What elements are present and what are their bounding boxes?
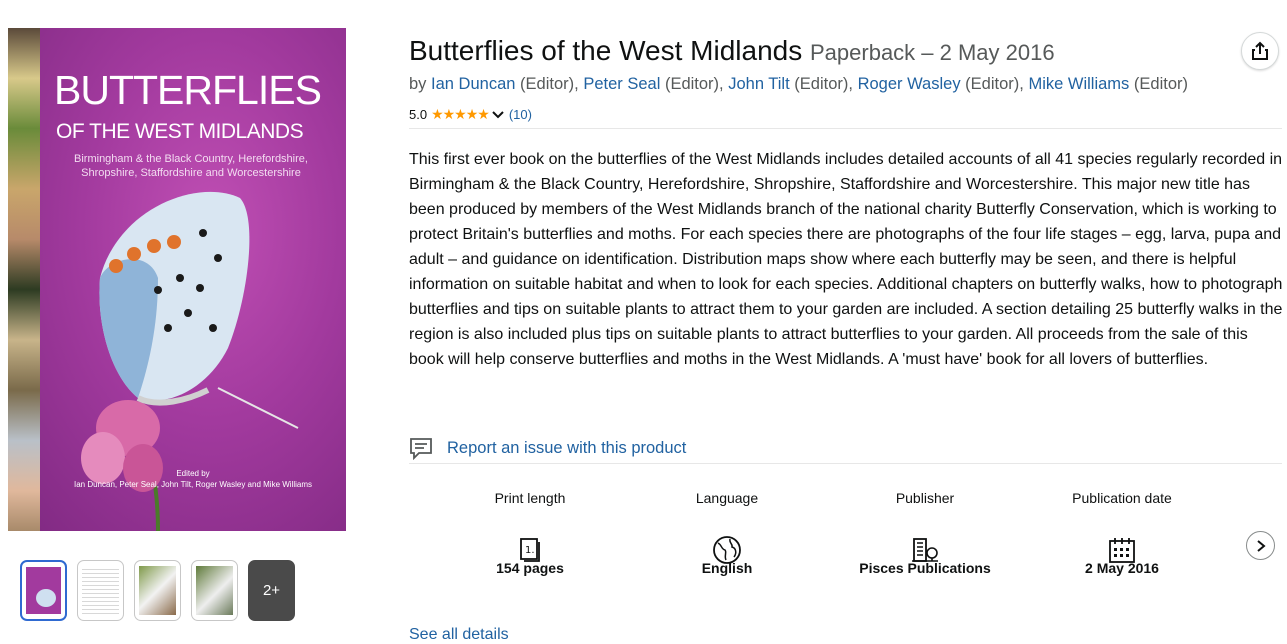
format-and-date: Paperback – 2 May 2016 <box>810 40 1055 65</box>
report-issue-link[interactable]: Report an issue with this product <box>409 436 686 460</box>
cover-title: BUTTERFLIES <box>54 67 322 113</box>
attribute-publisher: Publisher Pisces Publications <box>835 490 1015 578</box>
chevron-right-icon <box>1256 539 1266 552</box>
attribute-label: Publisher <box>895 490 955 506</box>
feedback-icon <box>410 438 432 460</box>
author-role: (Editor) <box>1133 75 1188 93</box>
thumbnail-cover-image <box>26 567 61 614</box>
attribute-label: Language <box>695 490 759 506</box>
thumbnail-3[interactable] <box>134 560 181 621</box>
product-title: Butterflies of the West Midlands <box>409 35 803 66</box>
report-issue-label: Report an issue with this product <box>447 438 687 457</box>
chevron-down-icon[interactable] <box>491 110 505 120</box>
product-title-line: Butterflies of the West Midlands Paperba… <box>409 35 1055 67</box>
thumbnail-2[interactable] <box>77 560 124 621</box>
author-byline: by Ian Duncan (Editor), Peter Seal (Edit… <box>409 75 1188 94</box>
cover-edited-by: Edited by <box>176 469 210 478</box>
cover-editors: Edited by Ian Duncan, Peter Seal, John T… <box>48 468 338 490</box>
author-role: (Editor), <box>965 75 1024 93</box>
by-prefix: by <box>409 75 427 93</box>
cover-title-line2: OF THE WEST MIDLANDS <box>56 120 304 143</box>
divider <box>409 128 1282 129</box>
product-cover-image[interactable]: BUTTERFLIES OF THE WEST MIDLANDS Birming… <box>8 28 346 531</box>
thumbnail-species-page-2 <box>196 566 233 615</box>
attribute-print-length: Print length 1. 154 pages <box>440 490 620 578</box>
star-rating-icon[interactable]: ★★★★★ <box>431 106 490 123</box>
product-description: This first ever book on the butterflies … <box>409 151 1283 368</box>
thumbnail-4[interactable] <box>191 560 238 621</box>
attribute-value: 154 pages <box>496 560 564 576</box>
attribute-language: Language English <box>637 490 817 578</box>
rating-count-link[interactable]: (10) <box>509 107 532 122</box>
rating-value: 5.0 <box>409 107 428 122</box>
divider <box>409 463 1282 464</box>
attribute-value: Pisces Publications <box>859 560 991 576</box>
author-link-ian-duncan[interactable]: Ian Duncan <box>431 75 515 93</box>
share-icon <box>1252 41 1268 60</box>
cover-editor-names: Ian Duncan, Peter Seal, John Tilt, Roger… <box>73 480 313 489</box>
thumbnail-species-page <box>139 566 176 615</box>
author-link-peter-seal[interactable]: Peter Seal <box>583 75 660 93</box>
svg-text:1.: 1. <box>525 545 535 556</box>
author-role: (Editor), <box>794 75 853 93</box>
attribute-publication-date: Publication date 2 May 2016 <box>1032 490 1212 578</box>
thumbnail-contents-page <box>82 566 119 615</box>
author-role: (Editor), <box>520 75 579 93</box>
thumbnail-1[interactable] <box>20 560 67 621</box>
thumbnail-more[interactable]: 2+ <box>248 560 295 621</box>
author-link-mike-williams[interactable]: Mike Williams <box>1028 75 1129 93</box>
attribute-value: 2 May 2016 <box>1085 560 1159 576</box>
share-button[interactable] <box>1241 32 1279 70</box>
rating-summary: 5.0 ★★★★★ (10) <box>409 106 532 123</box>
author-link-john-tilt[interactable]: John Tilt <box>728 75 789 93</box>
cover-subtitle: Birmingham & the Black Country, Hereford… <box>74 153 308 179</box>
attribute-value: English <box>701 560 753 576</box>
attributes-next-button[interactable] <box>1246 531 1275 560</box>
author-link-roger-wasley[interactable]: Roger Wasley <box>858 75 961 93</box>
attribute-label: Print length <box>494 490 566 506</box>
attribute-label: Publication date <box>1072 490 1172 506</box>
see-all-details-link[interactable]: See all details <box>409 626 509 644</box>
author-role: (Editor), <box>664 75 724 93</box>
